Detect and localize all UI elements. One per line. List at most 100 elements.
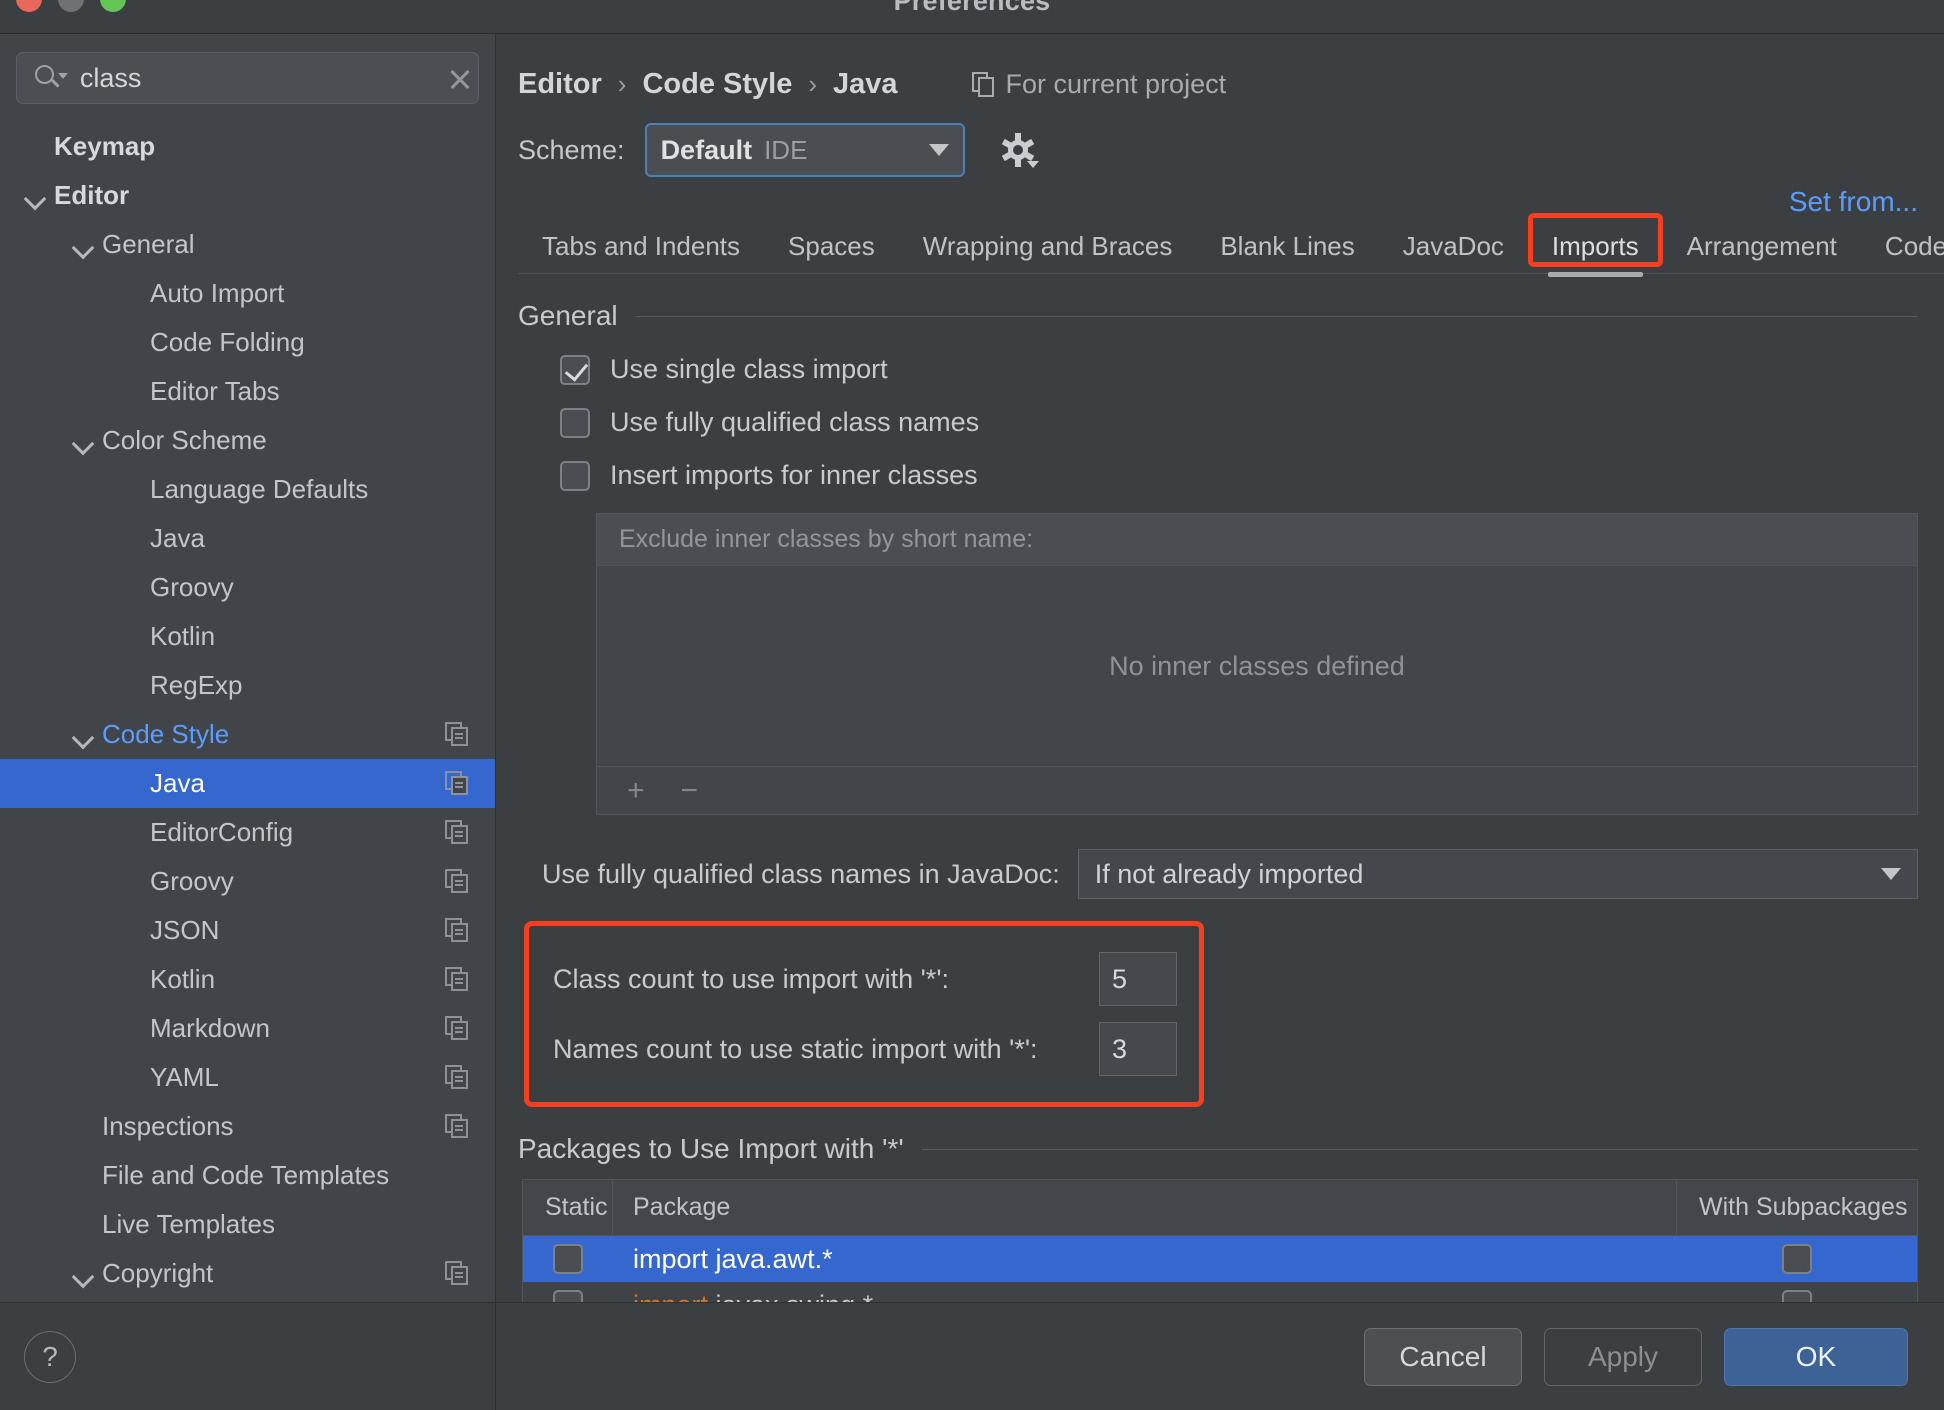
- sidebar-item-groovy[interactable]: Groovy: [0, 563, 495, 612]
- sidebar-item-label: Language Defaults: [150, 474, 369, 504]
- chevron-down-icon[interactable]: [72, 724, 94, 746]
- sidebar-item-yaml[interactable]: YAML: [0, 1053, 495, 1102]
- chevron-down-icon[interactable]: [24, 185, 46, 207]
- breadcrumb-code-style[interactable]: Code Style: [642, 68, 792, 101]
- sidebar-item-label: Code Folding: [150, 327, 305, 357]
- gear-icon[interactable]: [1001, 133, 1039, 168]
- copy-scheme-icon: [445, 820, 469, 845]
- static-checkbox[interactable]: [553, 1290, 583, 1302]
- checkbox-label: Use fully qualified class names: [610, 407, 980, 437]
- sidebar-item-editor-tabs[interactable]: Editor Tabs: [0, 367, 495, 416]
- package-cell: import javax.swing.*: [613, 1290, 1677, 1303]
- ok-button[interactable]: OK: [1724, 1327, 1908, 1386]
- preferences-window: Preferences Keymap Editor General Auto Impo…: [0, 0, 1944, 1410]
- tab-tabs-and-indents[interactable]: Tabs and Indents: [518, 219, 764, 273]
- sidebar-item-kotlin[interactable]: Kotlin: [0, 612, 495, 661]
- help-button[interactable]: ?: [24, 1330, 76, 1383]
- sidebar-item-regexp[interactable]: RegExp: [0, 661, 495, 710]
- sidebar-item-markdown[interactable]: Markdown: [0, 1004, 495, 1053]
- sidebar-item-formatting[interactable]: Formatting: [0, 1298, 495, 1302]
- cancel-button[interactable]: Cancel: [1364, 1327, 1522, 1386]
- column-with-subpackages: With Subpackages: [1699, 1193, 1908, 1221]
- general-group-header: General: [518, 300, 1944, 332]
- sidebar-item-color-scheme[interactable]: Color Scheme: [0, 416, 495, 465]
- with-subpackages-checkbox[interactable]: [1782, 1244, 1812, 1274]
- sidebar-item-label: Inspections: [102, 1111, 234, 1141]
- names-count-input[interactable]: 3: [1099, 1022, 1177, 1076]
- sidebar-item-java[interactable]: Java: [0, 514, 495, 563]
- group-divider: [921, 1148, 1918, 1150]
- tab-wrapping-and-braces[interactable]: Wrapping and Braces: [899, 219, 1197, 273]
- checkbox-use-fully-qualified-class-names[interactable]: [560, 407, 590, 438]
- exclude-panel-empty-text: No inner classes defined: [1109, 650, 1405, 681]
- tab-arrangement[interactable]: Arrangement: [1663, 219, 1861, 273]
- packages-table-body[interactable]: import java.awt.* import javax.swing.*: [523, 1236, 1917, 1302]
- chevron-down-icon[interactable]: [72, 234, 94, 256]
- copy-scheme-icon: [445, 967, 469, 992]
- sidebar-item-inspections[interactable]: Inspections: [0, 1102, 495, 1151]
- clear-search-icon[interactable]: [434, 53, 478, 103]
- sidebar-item-keymap[interactable]: Keymap: [0, 122, 495, 171]
- sidebar-item-code-folding[interactable]: Code Folding: [0, 318, 495, 367]
- tab-label: JavaDoc: [1402, 231, 1504, 261]
- add-exclude-button[interactable]: +: [627, 775, 645, 806]
- checkbox-row[interactable]: Insert imports for inner classes: [560, 460, 1944, 491]
- checkbox-use-single-class-import[interactable]: [560, 354, 590, 385]
- sidebar-item-file-and-code-templates[interactable]: File and Code Templates: [0, 1151, 495, 1200]
- sidebar-item-editorconfig[interactable]: EditorConfig: [0, 808, 495, 857]
- tab-blank-lines[interactable]: Blank Lines: [1196, 219, 1378, 273]
- tab-spaces[interactable]: Spaces: [764, 219, 899, 273]
- tab-imports[interactable]: Imports: [1527, 213, 1663, 277]
- sidebar-item-json[interactable]: JSON: [0, 906, 495, 955]
- chevron-down-icon[interactable]: [72, 1263, 94, 1285]
- remove-exclude-button[interactable]: −: [681, 775, 699, 806]
- sidebar-item-java[interactable]: Java: [0, 759, 495, 808]
- tab-javadoc[interactable]: JavaDoc: [1379, 219, 1528, 273]
- checkbox-row[interactable]: Use single class import: [560, 354, 1944, 385]
- sidebar-item-general[interactable]: General: [0, 220, 495, 269]
- apply-button[interactable]: Apply: [1544, 1327, 1702, 1386]
- checkbox-insert-imports-for-inner-classes[interactable]: [560, 460, 590, 491]
- sidebar-item-copyright[interactable]: Copyright: [0, 1249, 495, 1298]
- table-row[interactable]: import javax.swing.*: [523, 1282, 1917, 1302]
- with-subpackages-checkbox[interactable]: [1782, 1290, 1812, 1302]
- sidebar-item-live-templates[interactable]: Live Templates: [0, 1200, 495, 1249]
- scheme-select[interactable]: Default IDE: [644, 123, 965, 177]
- settings-tree[interactable]: Keymap Editor General Auto Import Code Foldi…: [0, 114, 495, 1302]
- sidebar-item-label: Editor: [54, 180, 130, 210]
- breadcrumb-editor[interactable]: Editor: [518, 68, 602, 101]
- chevron-down-icon[interactable]: [72, 430, 94, 452]
- sidebar-item-label: Groovy: [150, 866, 234, 896]
- sidebar-item-groovy[interactable]: Groovy: [0, 857, 495, 906]
- sidebar-item-label: Keymap: [54, 131, 156, 161]
- sidebar-item-label: File and Code Templates: [102, 1160, 390, 1190]
- packages-group-title: Packages to Use Import with '*': [518, 1133, 904, 1164]
- general-group-title: General: [518, 300, 618, 331]
- class-count-input[interactable]: 5: [1099, 952, 1177, 1006]
- checkbox-row[interactable]: Use fully qualified class names: [560, 407, 1944, 438]
- sidebar-item-kotlin[interactable]: Kotlin: [0, 955, 495, 1004]
- tabs-underline: [518, 273, 1944, 274]
- with-subpackages-cell: [1677, 1290, 1917, 1302]
- javadoc-fqn-select[interactable]: If not already imported: [1077, 849, 1918, 899]
- copy-scheme-icon: [445, 1065, 469, 1090]
- sidebar-item-code-style[interactable]: Code Style: [0, 710, 495, 759]
- scheme-scope: IDE: [764, 134, 808, 165]
- table-row[interactable]: import java.awt.*: [523, 1236, 1917, 1282]
- sidebar-item-auto-import[interactable]: Auto Import: [0, 269, 495, 318]
- sidebar-item-language-defaults[interactable]: Language Defaults: [0, 465, 495, 514]
- search-input[interactable]: [63, 62, 434, 94]
- checkbox-label: Insert imports for inner classes: [610, 460, 978, 490]
- sidebar-item-editor[interactable]: Editor: [0, 171, 495, 220]
- tab-code-gene[interactable]: Code Gene: [1861, 219, 1944, 273]
- settings-tabs[interactable]: Tabs and Indents Spaces Wrapping and Brace…: [518, 213, 1944, 277]
- breadcrumb-java[interactable]: Java: [833, 68, 898, 101]
- search-box[interactable]: [16, 52, 479, 104]
- exclude-panel-header: Exclude inner classes by short name:: [597, 514, 1917, 566]
- static-checkbox[interactable]: [553, 1244, 583, 1274]
